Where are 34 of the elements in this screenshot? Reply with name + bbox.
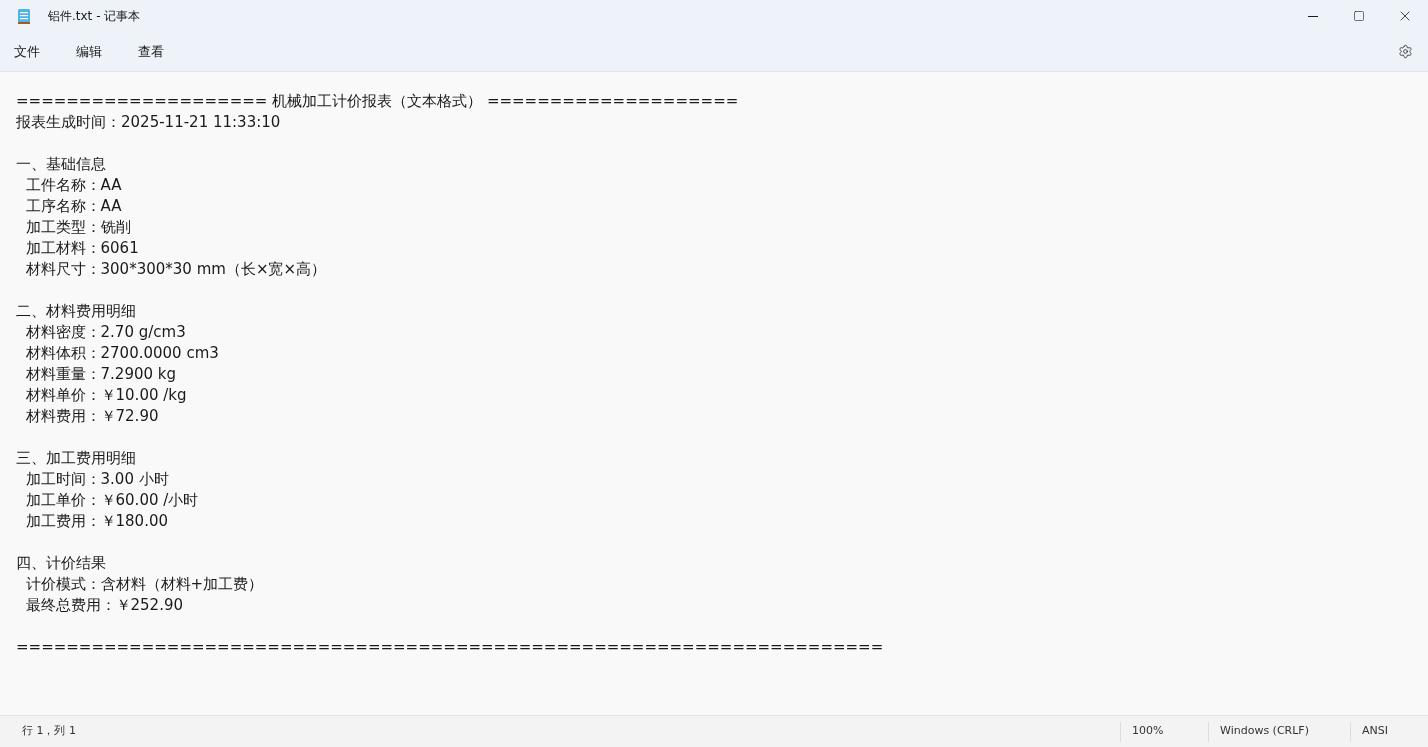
text-line: 材料重量：7.2900 kg bbox=[24, 365, 176, 383]
text-line: 材料体积：2700.0000 cm3 bbox=[24, 344, 219, 362]
text-line: 三、加工费用明细 bbox=[16, 449, 136, 467]
text-line: ===================================================================== bbox=[16, 638, 884, 656]
maximize-icon bbox=[1353, 10, 1365, 22]
encoding: ANSI bbox=[1362, 723, 1388, 740]
menu-item[interactable]: 编辑 bbox=[66, 37, 112, 66]
zoom-level: 100% bbox=[1132, 723, 1165, 740]
menu-item[interactable]: 查看 bbox=[128, 37, 174, 66]
text-line: 二、材料费用明细 bbox=[16, 302, 136, 320]
text-line: 加工类型：铣削 bbox=[24, 218, 131, 236]
minimize-icon bbox=[1308, 15, 1318, 17]
text-line: 一、基础信息 bbox=[16, 155, 106, 173]
menu-item[interactable]: 文件 bbox=[4, 37, 50, 66]
notepad-icon bbox=[17, 7, 31, 25]
text-line: 报表生成时间：2025-11-21 11:33:10 bbox=[16, 113, 281, 131]
cursor-position: 行 1，列 1 bbox=[22, 723, 76, 740]
text-line: 工件名称：AA bbox=[24, 176, 122, 194]
window-title: 铝件.txt - 记事本 bbox=[48, 8, 141, 25]
text-line: 材料尺寸：300*300*30 mm（长×宽×高） bbox=[24, 260, 326, 278]
text-line: 材料费用：￥72.90 bbox=[24, 407, 159, 425]
text-line: ==================== 机械加工计价报表（文本格式） ==================== bbox=[16, 92, 739, 110]
text-line: 加工材料：6061 bbox=[24, 239, 139, 257]
settings-icon bbox=[1397, 44, 1413, 59]
text-line: 加工费用：￥180.00 bbox=[24, 512, 169, 530]
text-line: 材料密度：2.70 g/cm3 bbox=[24, 323, 186, 341]
text-line: 计价模式：含材料（材料+加工费） bbox=[24, 575, 264, 593]
text-line: 材料单价：￥10.00 /kg bbox=[24, 386, 187, 404]
line-ending: Windows (CRLF) bbox=[1220, 723, 1310, 740]
text-line: 加工单价：￥60.00 /小时 bbox=[24, 491, 199, 509]
text-line: 加工时间：3.00 小时 bbox=[24, 470, 169, 488]
text-line: 工序名称：AA bbox=[24, 197, 122, 215]
text-line: 最终总费用：￥252.90 bbox=[24, 596, 184, 614]
text-line: 四、计价结果 bbox=[16, 554, 106, 572]
